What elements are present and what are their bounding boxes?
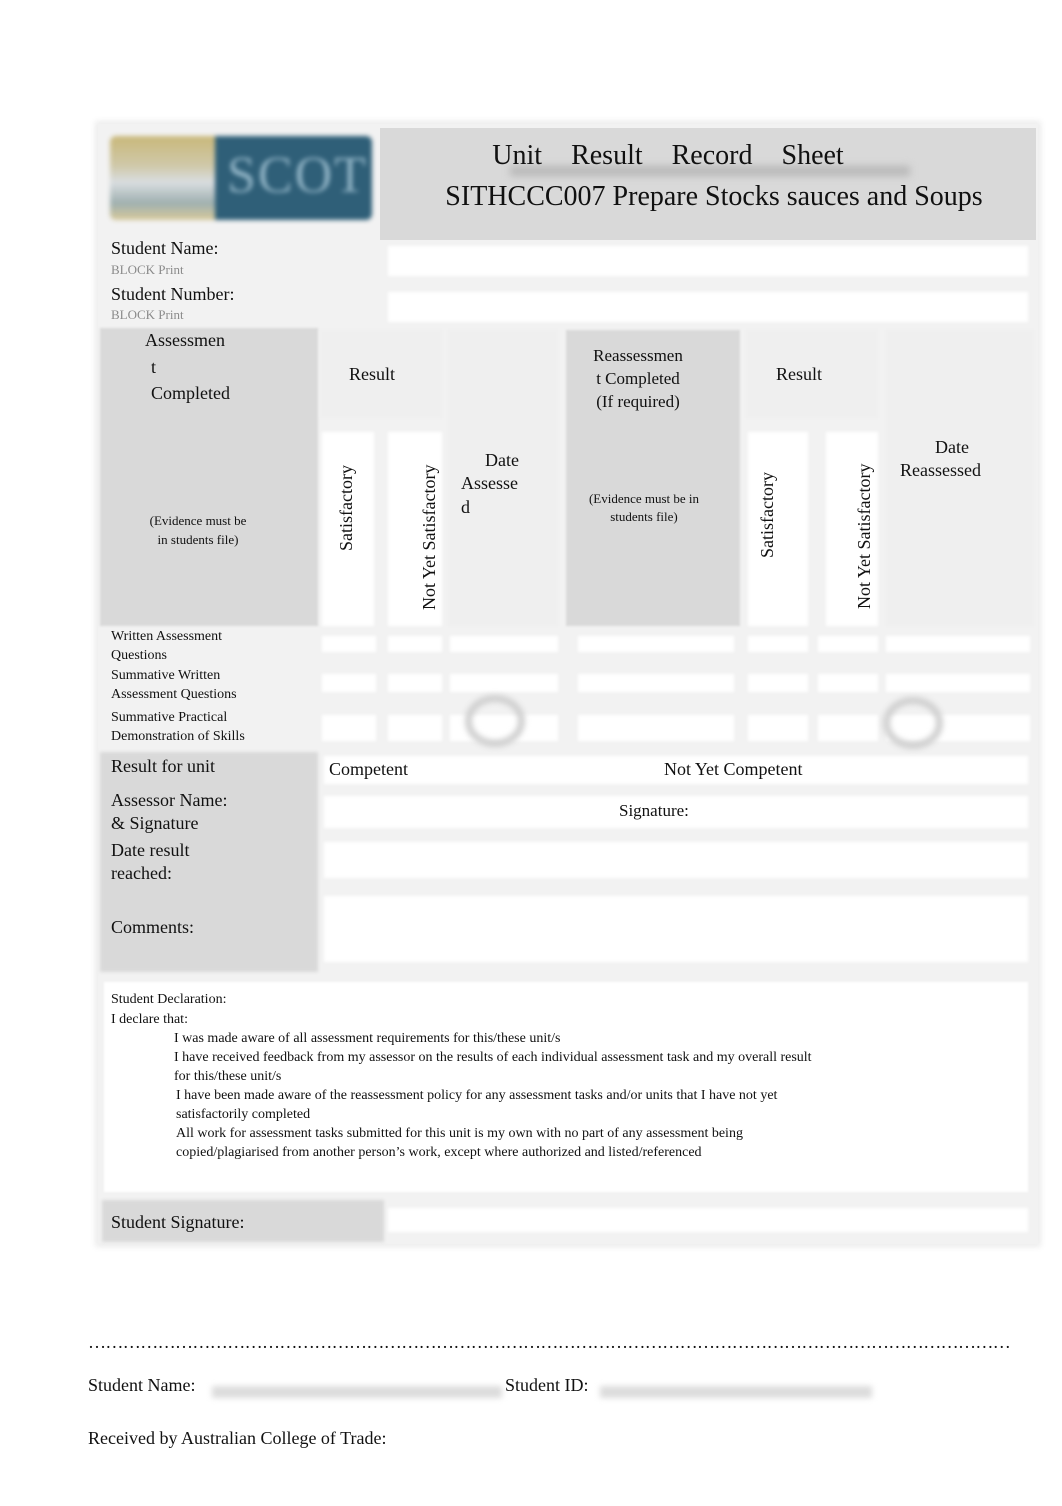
date-reassessed-l2: Reassessed	[900, 460, 981, 480]
not-yet-competent-option[interactable]: Not Yet Competent	[664, 759, 803, 780]
assessment-header-l1: Assessmen	[145, 330, 225, 350]
table-cell[interactable]	[818, 715, 878, 741]
table-cell[interactable]	[388, 715, 442, 741]
result-2-header: Result	[776, 364, 823, 384]
declaration-item: I have been made aware of the reassessme…	[176, 1088, 778, 1122]
table-cell[interactable]	[748, 674, 808, 692]
row-label-written-assessment: Written Assessment Questions	[111, 629, 223, 663]
assessment-header-cell	[100, 328, 318, 626]
row-label-summative-practical: Summative Practical Demonstration of Ski…	[111, 710, 245, 744]
student-signature-label: Student Signature:	[111, 1212, 245, 1232]
table-cell[interactable]	[578, 674, 734, 692]
assessment-evidence-note: (Evidence must be in students file)	[149, 513, 247, 547]
assessor-label: Assessor Name: & Signature	[111, 790, 228, 833]
table-cell[interactable]	[388, 674, 442, 692]
date-result-field[interactable]	[324, 842, 1028, 878]
college-logo: SCOT	[110, 136, 372, 220]
student-signature-field[interactable]	[388, 1208, 1028, 1232]
reassessment-header: Reassessmen t Completed (If required)	[593, 346, 683, 411]
unit-title: SITHCCC007 Prepare Stocks sauces and Sou…	[445, 181, 983, 212]
table-cell[interactable]	[450, 674, 558, 692]
table-cell[interactable]	[450, 636, 558, 652]
page-title: Unit Result Record Sheet	[492, 140, 844, 171]
date-assessed-l1: Date	[485, 450, 519, 470]
not-yet-satisfactory-2-header: Not Yet Satisfactory	[854, 463, 874, 610]
student-name-label: Student Name:	[111, 238, 219, 258]
table-cell[interactable]	[388, 636, 442, 652]
table-cell[interactable]	[818, 636, 878, 652]
table-cell[interactable]	[578, 636, 734, 652]
comments-field[interactable]	[324, 896, 1028, 962]
table-cell[interactable]	[578, 715, 734, 741]
assessor-signature-label: Signature:	[619, 801, 689, 820]
declaration-item: All work for assessment tasks submitted …	[176, 1126, 743, 1160]
assessment-header-l2: t	[151, 357, 157, 377]
table-cell[interactable]	[748, 715, 808, 741]
date-assessed-l2: Assesse	[461, 473, 518, 493]
table-cell[interactable]	[818, 674, 878, 692]
student-name-hint: BLOCK Print	[111, 262, 184, 277]
student-number-field[interactable]	[388, 292, 1028, 322]
student-number-hint: BLOCK Print	[111, 307, 184, 322]
option-circle-icon	[883, 697, 943, 749]
student-name-field[interactable]	[388, 246, 1028, 276]
table-cell[interactable]	[322, 674, 376, 692]
date-reassessed-l1: Date	[935, 437, 969, 457]
competent-option[interactable]: Competent	[329, 759, 408, 780]
table-cell[interactable]	[886, 674, 1030, 692]
assessment-header-l3: Completed	[151, 383, 230, 403]
declaration-item: I have received feedback from my assesso…	[174, 1050, 812, 1084]
table-cell[interactable]	[748, 636, 808, 652]
result-header: Result	[349, 364, 396, 384]
reassessment-evidence-note: (Evidence must be in students file)	[588, 491, 700, 524]
not-yet-satisfactory-header: Not Yet Satisfactory	[419, 464, 439, 611]
received-by-label: Received by Australian College of Trade:	[88, 1428, 387, 1448]
declaration-intro: I declare that:	[111, 1012, 188, 1027]
date-assessed-l3: d	[461, 497, 470, 517]
receipt-student-name-label: Student Name:	[88, 1375, 196, 1395]
satisfactory-header: Satisfactory	[336, 465, 356, 551]
table-cell[interactable]	[322, 636, 376, 652]
table-cell[interactable]	[322, 715, 376, 741]
comments-label: Comments:	[111, 917, 195, 937]
satisfactory-2-header: Satisfactory	[757, 472, 777, 558]
declaration-item: I was made aware of all assessment requi…	[174, 1031, 561, 1046]
receipt-student-id-label: Student ID:	[505, 1375, 589, 1395]
receipt-student-name-field[interactable]	[212, 1386, 502, 1398]
row-label-summative-written: Summative Written Assessment Questions	[111, 668, 237, 702]
receipt-student-id-field[interactable]	[600, 1386, 872, 1398]
declaration-title: Student Declaration:	[111, 992, 227, 1007]
result-for-unit-label: Result for unit	[111, 756, 215, 776]
option-circle-icon	[465, 695, 525, 747]
date-result-label: Date result reached:	[111, 840, 190, 883]
table-cell[interactable]	[886, 636, 1030, 652]
student-number-label: Student Number:	[111, 284, 235, 304]
cut-line: ……………………………………………………………………………………………………………	[88, 1332, 1011, 1352]
logo-text: SCOT	[227, 147, 368, 204]
